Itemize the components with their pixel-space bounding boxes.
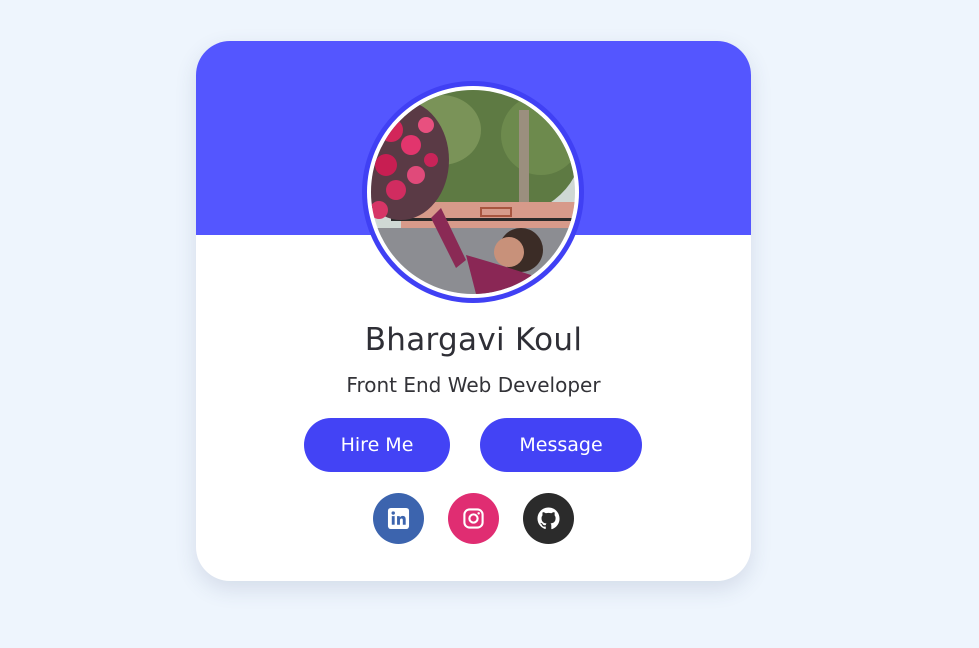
message-button[interactable]: Message — [480, 418, 642, 472]
profile-name: Bhargavi Koul — [364, 322, 583, 358]
linkedin-icon — [387, 507, 410, 530]
github-link[interactable] — [523, 493, 574, 544]
profile-card: Bhargavi Koul Front End Web Developer Hi… — [196, 41, 751, 581]
linkedin-link[interactable] — [373, 493, 424, 544]
instagram-link[interactable] — [448, 493, 499, 544]
hire-me-button[interactable]: Hire Me — [304, 418, 450, 472]
avatar — [362, 81, 584, 303]
instagram-icon — [463, 508, 484, 529]
profile-photo — [371, 90, 575, 294]
profile-role: Front End Web Developer — [346, 373, 601, 397]
github-icon — [537, 507, 560, 530]
